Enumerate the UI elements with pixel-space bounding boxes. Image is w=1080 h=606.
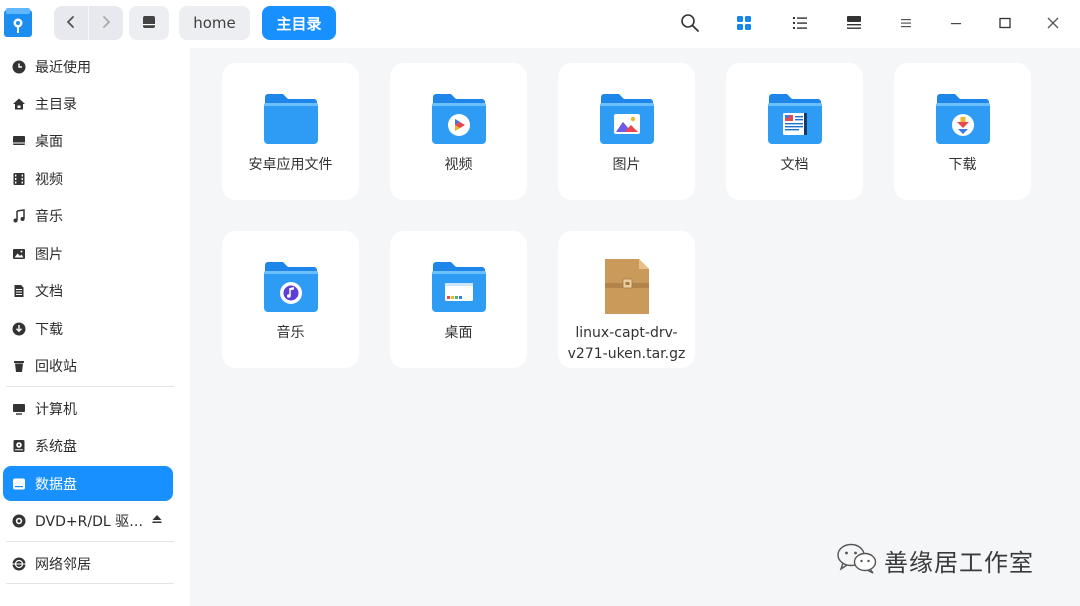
forward-button[interactable] xyxy=(88,6,122,40)
sidebar-item-home[interactable]: 主目录 xyxy=(3,86,173,121)
picture-icon xyxy=(11,246,27,262)
video-icon xyxy=(11,171,27,187)
sidebar-divider xyxy=(6,583,174,584)
sidebar-item-dvd[interactable]: DVD+R/DL 驱… xyxy=(3,503,173,538)
file-name: 安卓应用文件 xyxy=(248,157,333,173)
clock-icon xyxy=(11,59,27,75)
sidebar-item-label: 回收站 xyxy=(35,358,77,375)
file-item-android-apps[interactable]: 安卓应用文件 xyxy=(222,63,359,200)
sidebar-item-label: 图片 xyxy=(35,246,63,263)
maximize-icon[interactable] xyxy=(992,10,1018,36)
file-name: 文档 xyxy=(780,157,809,173)
sidebar-item-label: 计算机 xyxy=(35,401,77,418)
file-item-video[interactable]: 视频 xyxy=(390,63,527,200)
file-item-music[interactable]: 音乐 xyxy=(222,231,359,368)
sidebar-divider xyxy=(6,386,174,387)
sidebar-item-label: 数据盘 xyxy=(35,476,77,493)
close-icon[interactable] xyxy=(1040,10,1066,36)
watermark-text: 善缘居工作室 xyxy=(884,548,1034,577)
watermark: 善缘居工作室 xyxy=(836,540,1034,580)
breadcrumb-home[interactable]: home xyxy=(179,6,250,40)
file-manager-icon[interactable] xyxy=(4,6,32,38)
folder-icon xyxy=(262,91,320,147)
network-icon xyxy=(11,556,27,572)
file-name: linux-capt-drv- v271-uken.tar.gz xyxy=(562,323,691,365)
list-view-icon[interactable] xyxy=(787,10,813,36)
picture-folder-icon xyxy=(598,91,656,147)
trash-icon xyxy=(11,358,27,374)
sidebar-item-label: 视频 xyxy=(35,171,63,188)
sidebar-divider xyxy=(6,541,174,542)
music-icon xyxy=(11,208,27,224)
file-name-line: linux-capt-drv- xyxy=(575,325,678,341)
video-folder-icon xyxy=(430,91,488,147)
file-name: 音乐 xyxy=(276,325,305,341)
wechat-icon xyxy=(836,542,878,578)
sidebar-item-label: 下载 xyxy=(35,321,63,338)
sidebar-item-video[interactable]: 视频 xyxy=(3,161,173,196)
file-name-line: v271-uken.tar.gz xyxy=(567,346,686,362)
sidebar-item-data-disk[interactable]: 数据盘 xyxy=(3,466,173,501)
sidebar-item-label: 系统盘 xyxy=(35,438,77,455)
sidebar-item-label: 文档 xyxy=(35,283,63,300)
system-disk-icon xyxy=(11,438,27,454)
sidebar-item-label: 音乐 xyxy=(35,208,63,225)
sidebar-item-download[interactable]: 下载 xyxy=(3,311,173,346)
sidebar-item-system-disk[interactable]: 系统盘 xyxy=(3,428,173,463)
file-name: 下载 xyxy=(948,157,977,173)
menu-icon[interactable] xyxy=(893,10,919,36)
back-button[interactable] xyxy=(54,6,88,40)
minimize-icon[interactable] xyxy=(943,10,969,36)
file-item-picture[interactable]: 图片 xyxy=(558,63,695,200)
sidebar: 最近使用 主目录 桌面 视频 音乐 图片 文档 下载 回收站 计算机 系统盘 数… xyxy=(0,48,190,606)
file-item-download[interactable]: 下载 xyxy=(894,63,1031,200)
document-icon xyxy=(11,283,27,299)
sidebar-item-computer[interactable]: 计算机 xyxy=(3,391,173,426)
detail-view-icon[interactable] xyxy=(841,10,867,36)
sidebar-item-picture[interactable]: 图片 xyxy=(3,236,173,271)
sidebar-item-desktop[interactable]: 桌面 xyxy=(3,123,173,158)
sidebar-item-label: 网络邻居 xyxy=(35,556,91,573)
sidebar-item-label: DVD+R/DL 驱… xyxy=(35,513,144,530)
desktop-folder-icon xyxy=(430,259,488,315)
sidebar-item-music[interactable]: 音乐 xyxy=(3,198,173,233)
file-grid: 安卓应用文件 视频 图片 文档 下载 音乐 桌面 linux-capt-drv-… xyxy=(190,48,1080,606)
search-icon[interactable] xyxy=(677,10,703,36)
sidebar-item-trash[interactable]: 回收站 xyxy=(3,348,173,383)
music-folder-icon xyxy=(262,259,320,315)
breadcrumb-main-directory[interactable]: 主目录 xyxy=(262,6,336,40)
navigation-buttons xyxy=(54,6,123,40)
computer-icon xyxy=(11,401,27,417)
sidebar-item-label: 最近使用 xyxy=(35,59,91,76)
chevron-left-icon xyxy=(65,14,77,33)
data-disk-icon xyxy=(11,476,27,492)
drive-icon xyxy=(142,14,156,33)
download-icon xyxy=(11,321,27,337)
file-name: 桌面 xyxy=(444,325,473,341)
grid-view-icon[interactable] xyxy=(731,10,757,36)
file-item-archive[interactable]: linux-capt-drv- v271-uken.tar.gz xyxy=(558,231,695,368)
sidebar-item-label: 桌面 xyxy=(35,133,63,150)
file-item-desktop[interactable]: 桌面 xyxy=(390,231,527,368)
disc-icon xyxy=(11,513,27,529)
eject-icon[interactable] xyxy=(151,513,163,529)
chevron-right-icon xyxy=(100,14,112,33)
desktop-icon xyxy=(11,133,27,149)
sidebar-item-recent[interactable]: 最近使用 xyxy=(3,49,173,84)
download-folder-icon xyxy=(934,91,992,147)
title-bar: home 主目录 xyxy=(0,0,1080,48)
sidebar-item-document[interactable]: 文档 xyxy=(3,273,173,308)
sidebar-item-network[interactable]: 网络邻居 xyxy=(3,546,173,581)
document-folder-icon xyxy=(766,91,824,147)
archive-icon xyxy=(598,259,656,315)
file-name: 视频 xyxy=(444,157,473,173)
file-name: 图片 xyxy=(612,157,641,173)
breadcrumb-root-button[interactable] xyxy=(129,6,169,40)
home-icon xyxy=(11,96,27,112)
sidebar-item-label: 主目录 xyxy=(35,96,77,113)
file-item-document[interactable]: 文档 xyxy=(726,63,863,200)
